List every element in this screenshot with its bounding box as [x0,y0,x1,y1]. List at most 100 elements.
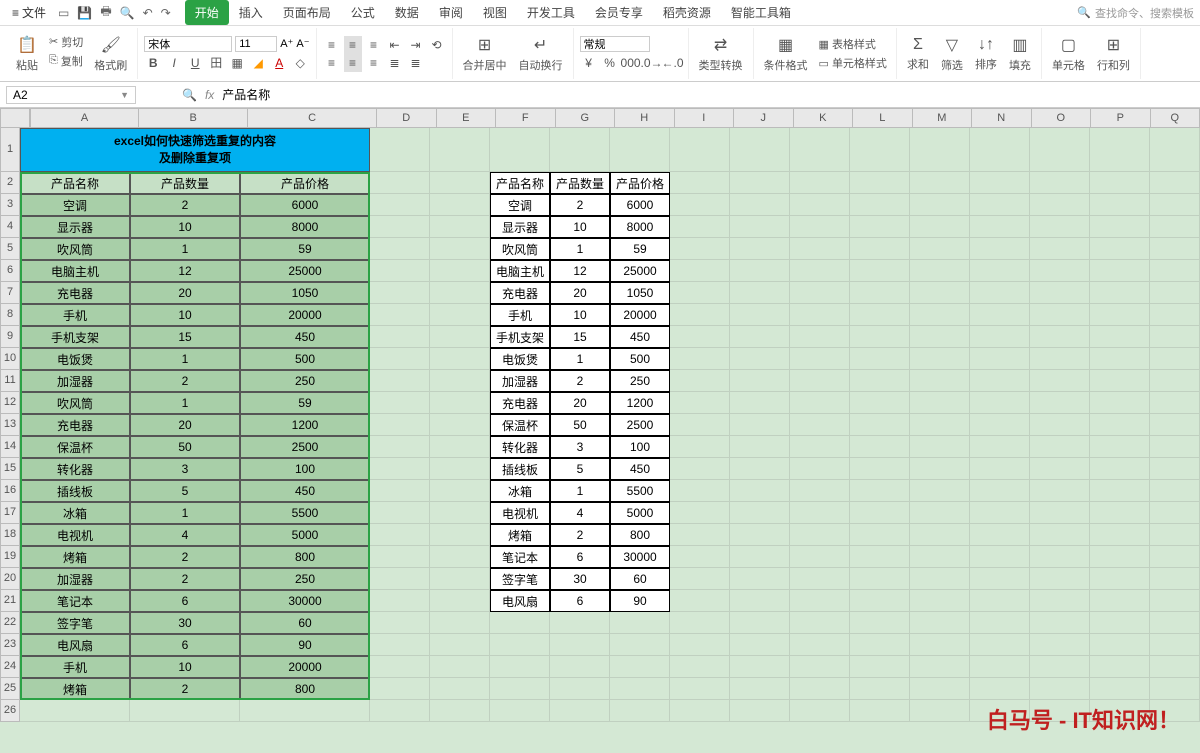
cell-M25[interactable] [910,678,970,700]
cell-N13[interactable] [970,414,1030,436]
cell-C2[interactable]: 产品价格 [240,172,370,194]
cell-F13[interactable]: 保温杯 [490,414,550,436]
cell-G17[interactable]: 4 [550,502,610,524]
increase-font-icon[interactable]: A⁺ [280,37,293,50]
cell-P4[interactable] [1090,216,1150,238]
cell-K25[interactable] [790,678,850,700]
cell-I13[interactable] [670,414,730,436]
cell-K15[interactable] [790,458,850,480]
cell-G7[interactable]: 20 [550,282,610,304]
cell-N5[interactable] [970,238,1030,260]
cell-E15[interactable] [430,458,490,480]
cell-A12[interactable]: 吹风筒 [20,392,130,414]
cell-G1[interactable] [550,128,610,172]
cell-M24[interactable] [910,656,970,678]
cell-H2[interactable]: 产品价格 [610,172,670,194]
cell-O23[interactable] [1030,634,1090,656]
cell-E26[interactable] [430,700,490,722]
cell-F15[interactable]: 插线板 [490,458,550,480]
cell-J18[interactable] [730,524,790,546]
cell-E22[interactable] [430,612,490,634]
cell-H22[interactable] [610,612,670,634]
cell-M13[interactable] [910,414,970,436]
cell-O5[interactable] [1030,238,1090,260]
align-left-icon[interactable]: ≡ [323,54,341,72]
cell-D13[interactable] [370,414,430,436]
cell-style-button[interactable]: ▭单元格样式 [816,54,890,72]
cell-C8[interactable]: 20000 [240,304,370,326]
cell-E2[interactable] [430,172,490,194]
cell-I5[interactable] [670,238,730,260]
cell-Q12[interactable] [1150,392,1200,414]
cell-P18[interactable] [1090,524,1150,546]
cell-B19[interactable]: 2 [130,546,240,568]
cell-M11[interactable] [910,370,970,392]
cell-L24[interactable] [850,656,910,678]
cell-H17[interactable]: 5000 [610,502,670,524]
cell-E6[interactable] [430,260,490,282]
cell-I21[interactable] [670,590,730,612]
cell-Q3[interactable] [1150,194,1200,216]
cell-Q2[interactable] [1150,172,1200,194]
cell-I3[interactable] [670,194,730,216]
cell-N11[interactable] [970,370,1030,392]
cell-A11[interactable]: 加湿器 [20,370,130,392]
cell-Q25[interactable] [1150,678,1200,700]
cell-L20[interactable] [850,568,910,590]
cell-M18[interactable] [910,524,970,546]
cell-I20[interactable] [670,568,730,590]
cell-C15[interactable]: 100 [240,458,370,480]
cell-P1[interactable] [1090,128,1150,172]
cell-J7[interactable] [730,282,790,304]
col-header-H[interactable]: H [615,108,675,128]
cell-E19[interactable] [430,546,490,568]
cell-A5[interactable]: 吹风筒 [20,238,130,260]
name-box[interactable]: A2 ▼ [6,86,136,104]
cell-J6[interactable] [730,260,790,282]
redo-icon[interactable]: ↷ [161,6,171,20]
cell-O3[interactable] [1030,194,1090,216]
row-header-10[interactable]: 10 [0,348,20,370]
cell-A16[interactable]: 插线板 [20,480,130,502]
cell-C11[interactable]: 250 [240,370,370,392]
cell-I7[interactable] [670,282,730,304]
cell-K12[interactable] [790,392,850,414]
cell-K23[interactable] [790,634,850,656]
row-header-16[interactable]: 16 [0,480,20,502]
cell-I2[interactable] [670,172,730,194]
cell-H18[interactable]: 800 [610,524,670,546]
col-header-M[interactable]: M [913,108,973,128]
cell-Q11[interactable] [1150,370,1200,392]
cond-format-button[interactable]: ▦条件格式 [760,33,812,75]
cell-L14[interactable] [850,436,910,458]
cell-J1[interactable] [730,128,790,172]
cell-F3[interactable]: 空调 [490,194,550,216]
font-name-select[interactable] [144,36,232,52]
row-header-19[interactable]: 19 [0,546,20,568]
cell-J26[interactable] [730,700,790,722]
cell-H6[interactable]: 25000 [610,260,670,282]
cell-D23[interactable] [370,634,430,656]
cell-L16[interactable] [850,480,910,502]
cell-A10[interactable]: 电饭煲 [20,348,130,370]
tab-4[interactable]: 数据 [385,0,429,25]
row-header-21[interactable]: 21 [0,590,20,612]
cell-D14[interactable] [370,436,430,458]
cell-L9[interactable] [850,326,910,348]
decrease-font-icon[interactable]: A⁻ [296,37,309,50]
cell-G9[interactable]: 15 [550,326,610,348]
cell-J23[interactable] [730,634,790,656]
row-header-26[interactable]: 26 [0,700,20,722]
cell-A4[interactable]: 显示器 [20,216,130,238]
cell-E20[interactable] [430,568,490,590]
format-painter-button[interactable]: 🖌 格式刷 [90,33,131,75]
cell-I19[interactable] [670,546,730,568]
cell-N23[interactable] [970,634,1030,656]
cell-A17[interactable]: 冰箱 [20,502,130,524]
cell-I25[interactable] [670,678,730,700]
cell-N17[interactable] [970,502,1030,524]
cell-M22[interactable] [910,612,970,634]
row-header-7[interactable]: 7 [0,282,20,304]
cell-C17[interactable]: 5500 [240,502,370,524]
cell-I14[interactable] [670,436,730,458]
